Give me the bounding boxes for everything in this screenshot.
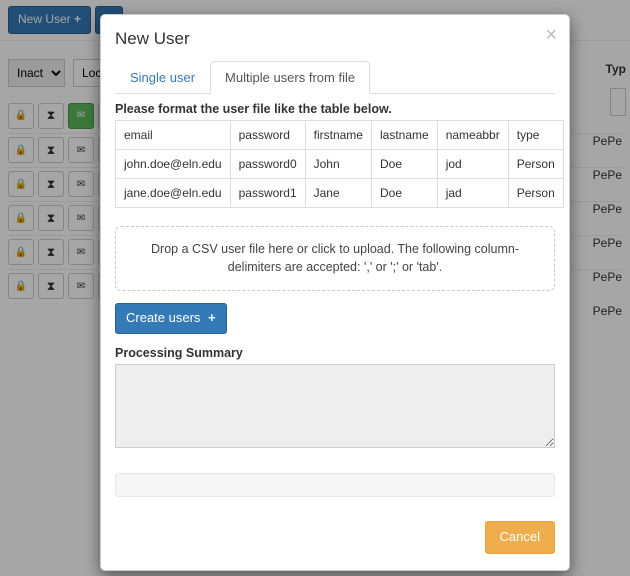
modal-title: New User — [115, 29, 555, 49]
cell-lastname: Doe — [371, 179, 437, 208]
col-lastname: lastname — [371, 121, 437, 150]
processing-summary-textarea[interactable] — [115, 364, 555, 448]
cell-lastname: Doe — [371, 150, 437, 179]
tab-single-user[interactable]: Single user — [115, 61, 210, 94]
create-users-label: Create users — [126, 310, 200, 325]
close-icon[interactable]: × — [545, 25, 557, 45]
tabs: Single user Multiple users from file — [115, 61, 555, 94]
sample-table: email password firstname lastname nameab… — [115, 120, 564, 208]
cell-nameabbr: jod — [437, 150, 508, 179]
csv-dropzone[interactable]: Drop a CSV user file here or click to up… — [115, 226, 555, 291]
cell-type: Person — [508, 150, 563, 179]
cell-email: jane.doe@eln.edu — [116, 179, 231, 208]
modal-header: New User × — [101, 15, 569, 61]
modal-footer: Cancel — [101, 511, 569, 570]
col-firstname: firstname — [305, 121, 371, 150]
cancel-button[interactable]: Cancel — [485, 521, 555, 554]
progress-bar — [115, 473, 555, 497]
create-users-button[interactable]: Create users — [115, 303, 227, 334]
processing-summary-label: Processing Summary — [115, 346, 555, 360]
table-row: john.doe@eln.edu password0 John Doe jod … — [116, 150, 564, 179]
new-user-modal: New User × Single user Multiple users fr… — [100, 14, 570, 571]
tab-multiple-users-label: Multiple users from file — [210, 61, 370, 94]
col-nameabbr: nameabbr — [437, 121, 508, 150]
cell-password: password1 — [230, 179, 305, 208]
cell-type: Person — [508, 179, 563, 208]
format-instruction: Please format the user file like the tab… — [115, 102, 555, 116]
col-password: password — [230, 121, 305, 150]
col-email: email — [116, 121, 231, 150]
tab-single-user-label: Single user — [115, 61, 210, 94]
plus-icon — [204, 310, 216, 325]
cell-firstname: Jane — [305, 179, 371, 208]
cell-firstname: John — [305, 150, 371, 179]
cell-password: password0 — [230, 150, 305, 179]
modal-body: Single user Multiple users from file Ple… — [101, 61, 569, 511]
col-type: type — [508, 121, 563, 150]
table-row: jane.doe@eln.edu password1 Jane Doe jad … — [116, 179, 564, 208]
cell-nameabbr: jad — [437, 179, 508, 208]
tab-multiple-users[interactable]: Multiple users from file — [210, 61, 370, 94]
cell-email: john.doe@eln.edu — [116, 150, 231, 179]
